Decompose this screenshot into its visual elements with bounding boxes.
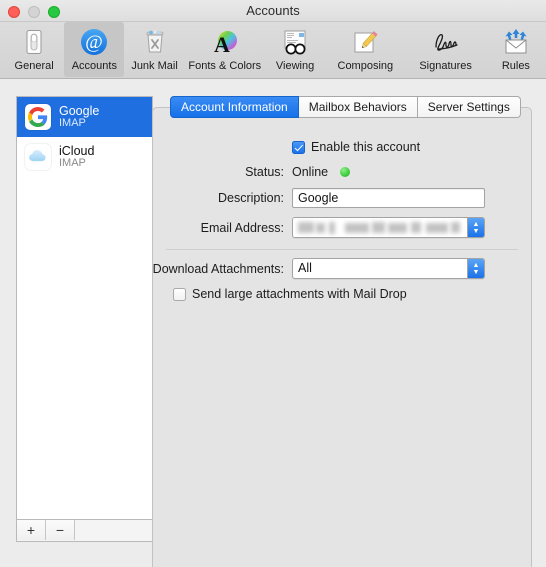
email-address-label: Email Address:	[200, 220, 284, 235]
toolbar-label-general: General	[14, 60, 54, 72]
account-protocol: IMAP	[59, 116, 86, 129]
email-address-stepper[interactable]: ▲ ▼	[467, 218, 484, 237]
viewing-glasses-icon	[279, 26, 311, 58]
window-title: Accounts	[246, 3, 300, 18]
accounts-preferences-window: Accounts General @ Accounts Junk Mail A …	[0, 0, 546, 567]
account-protocol: IMAP	[59, 156, 86, 169]
preferences-toolbar: General @ Accounts Junk Mail A Fonts & C…	[0, 22, 546, 79]
description-label: Description:	[218, 191, 284, 205]
status-row: Status: Online	[152, 165, 351, 179]
toolbar-item-general[interactable]: General	[4, 22, 64, 77]
email-address-combo[interactable]: ▲ ▼	[292, 217, 485, 238]
toolbar-label-accounts: Accounts	[71, 60, 117, 72]
tab-bar: Account Information Mailbox Behaviors Se…	[170, 96, 521, 118]
toolbar-label-composing: Composing	[337, 60, 394, 72]
toolbar-item-fonts-colors[interactable]: A Fonts & Colors	[185, 22, 265, 77]
download-attachments-row: Download Attachments: All ▲ ▼	[152, 258, 485, 279]
account-text-icloud: iCloud IMAP	[59, 143, 95, 170]
stepper-down-icon: ▼	[472, 227, 480, 235]
email-address-value-redacted[interactable]	[293, 218, 467, 237]
icloud-cloud-icon	[25, 144, 51, 170]
enable-account-row: Enable this account	[152, 140, 420, 154]
buttons-filler	[75, 520, 152, 541]
signatures-icon	[430, 26, 462, 58]
account-row-icloud[interactable]: iCloud IMAP	[17, 137, 152, 177]
download-attachments-popup[interactable]: All ▲ ▼	[292, 258, 485, 279]
account-text-google: Google IMAP	[59, 103, 100, 130]
general-icon	[18, 26, 50, 58]
accounts-list-buttons: + −	[16, 520, 153, 542]
tab-server-settings[interactable]: Server Settings	[417, 96, 521, 118]
svg-text:@: @	[86, 32, 104, 53]
tab-account-information[interactable]: Account Information	[170, 96, 299, 118]
account-name: Google	[59, 103, 100, 118]
add-account-button[interactable]: +	[17, 520, 46, 540]
toolbar-item-rules[interactable]: Rules	[486, 22, 546, 77]
accounts-at-icon: @	[78, 26, 110, 58]
rules-envelope-icon	[500, 26, 532, 58]
download-attachments-label: Download Attachments:	[152, 261, 284, 276]
account-name: iCloud	[59, 143, 95, 158]
tab-mailbox-behaviors[interactable]: Mailbox Behaviors	[298, 96, 418, 118]
description-input[interactable]: Google	[292, 188, 485, 208]
toolbar-item-accounts[interactable]: @ Accounts	[64, 22, 125, 77]
status-indicator-icon	[340, 167, 351, 177]
title-bar: Accounts	[0, 0, 546, 22]
download-attachments-value: All	[298, 261, 312, 275]
status-value: Online	[292, 165, 329, 179]
mail-drop-checkbox[interactable]	[173, 287, 186, 301]
fonts-colors-icon: A	[209, 26, 241, 58]
toolbar-label-rules: Rules	[501, 60, 530, 72]
toolbar-item-junk-mail[interactable]: Junk Mail	[124, 22, 184, 77]
toolbar-item-composing[interactable]: Composing	[325, 22, 405, 77]
svg-text:A: A	[214, 32, 230, 57]
description-row: Description: Google	[152, 188, 485, 208]
google-logo-icon	[25, 104, 51, 130]
preferences-body: Google IMAP iCloud IMAP + − Account Info…	[0, 79, 546, 567]
email-address-row: Email Address: ▲ ▼	[152, 217, 485, 238]
toolbar-label-signatures: Signatures	[419, 60, 472, 72]
status-label: Status:	[245, 165, 284, 179]
accounts-list[interactable]: Google IMAP iCloud IMAP	[16, 96, 153, 520]
stepper-up-icon: ▲	[472, 261, 480, 269]
stepper-down-icon: ▼	[472, 268, 480, 276]
toolbar-item-viewing[interactable]: Viewing	[265, 22, 325, 77]
stepper-up-icon: ▲	[472, 220, 480, 228]
toolbar-label-fonts-colors: Fonts & Colors	[188, 60, 262, 72]
account-row-google[interactable]: Google IMAP	[17, 97, 152, 137]
junk-mail-trash-icon	[139, 26, 171, 58]
form-divider	[166, 249, 518, 250]
mail-drop-row: Send large attachments with Mail Drop	[173, 287, 407, 301]
enable-account-label: Enable this account	[311, 140, 421, 154]
toolbar-label-junk-mail: Junk Mail	[131, 60, 178, 72]
toolbar-label-viewing: Viewing	[275, 60, 315, 72]
download-attachments-stepper[interactable]: ▲ ▼	[467, 259, 484, 278]
toolbar-item-signatures[interactable]: Signatures	[405, 22, 485, 77]
enable-account-checkbox[interactable]	[292, 140, 305, 154]
composing-pencil-icon	[349, 26, 381, 58]
mail-drop-label: Send large attachments with Mail Drop	[192, 287, 407, 301]
remove-account-button[interactable]: −	[46, 520, 75, 540]
